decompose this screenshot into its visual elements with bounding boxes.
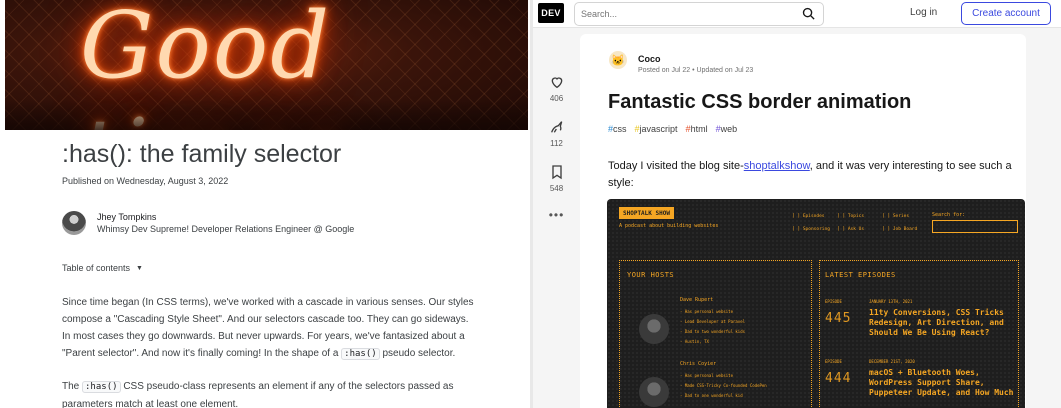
nav-item: [ ] Episodes bbox=[792, 214, 825, 219]
save-reaction[interactable]: 548 bbox=[533, 164, 580, 193]
hero-image-neon-sign: Good times bbox=[5, 0, 528, 130]
tag-html[interactable]: #html bbox=[686, 124, 708, 134]
nav-item: [ ] Ask Us bbox=[837, 227, 865, 232]
nav-item: [ ] Series bbox=[882, 214, 910, 219]
paragraph-line: In most cases they go downwards. But nev… bbox=[62, 331, 465, 342]
episodes-heading: LATEST EPISODES bbox=[825, 271, 896, 279]
dev-logo[interactable]: DEV bbox=[538, 3, 564, 23]
like-count: 406 bbox=[549, 94, 564, 103]
shoptalk-screenshot: SHOPTALK SHOW A podcast about building w… bbox=[607, 199, 1025, 408]
host-photo bbox=[639, 377, 669, 407]
host-detail: - Dad to two wonderful kids bbox=[680, 329, 746, 334]
nav-item: [ ] Topics bbox=[837, 214, 865, 219]
article-title: :has(): the family selector bbox=[62, 140, 342, 168]
inline-code: :has() bbox=[341, 348, 380, 360]
unicorn-reaction[interactable]: 112 bbox=[533, 119, 580, 148]
paragraph-line: "Parent selector". And now it's finally … bbox=[62, 345, 482, 363]
text-span: CSS pseudo-class represents an element i… bbox=[123, 381, 454, 392]
shoptalk-search-label: Search for: bbox=[932, 212, 966, 218]
unicorn-count: 112 bbox=[550, 139, 563, 148]
hosts-heading: YOUR HOSTS bbox=[627, 271, 675, 279]
author-role: Whimsy Dev Supreme! Developer Relations … bbox=[97, 224, 355, 234]
article-paragraph-2: The :has() CSS pseudo-class represents a… bbox=[62, 378, 482, 408]
host-detail: - Austin, TX bbox=[680, 339, 709, 344]
log-in-link[interactable]: Log in bbox=[910, 7, 937, 18]
episode-number: 445 bbox=[825, 311, 852, 326]
inline-code: :has() bbox=[82, 381, 121, 393]
shoptalk-tagline: A podcast about building websites bbox=[619, 223, 719, 229]
post-dates: Posted on Jul 22 • Updated on Jul 23 bbox=[638, 67, 754, 74]
episode-label: EPISODE bbox=[825, 299, 842, 304]
host-detail: - Has personal website bbox=[680, 309, 733, 314]
host-name: Dave Rupert bbox=[680, 297, 714, 303]
paragraph-line: compose a "Cascading Style Sheet". And o… bbox=[62, 314, 469, 325]
heart-icon bbox=[551, 77, 562, 89]
more-options-icon[interactable]: ••• bbox=[533, 208, 580, 222]
nav-item: [ ] Sponsoring bbox=[792, 227, 830, 232]
body-line: style: bbox=[608, 177, 634, 189]
host-detail: - Dad to one wonderful kid bbox=[680, 393, 743, 398]
dev-to-panel: DEV Log in Create account 406 112 548 ••… bbox=[533, 0, 1061, 408]
host-detail: - Made CSS-Tricky Co-founded CodePen bbox=[680, 383, 767, 388]
unicorn-icon bbox=[550, 121, 562, 133]
bookmark-icon bbox=[551, 165, 562, 180]
web-dev-article-panel: Good times :has(): the family selector P… bbox=[0, 0, 530, 408]
tag-label: html bbox=[690, 124, 708, 134]
search-icon[interactable] bbox=[801, 6, 816, 21]
tag-label: web bbox=[720, 124, 738, 134]
post-title: Fantastic CSS border animation bbox=[608, 91, 912, 113]
hero-shadow bbox=[5, 100, 528, 130]
post-author-name[interactable]: Coco bbox=[638, 54, 661, 64]
text-span: Today I visited the blog site- bbox=[608, 160, 744, 172]
episode-number: 444 bbox=[825, 371, 852, 386]
post-body: Today I visited the blog site-shoptalksh… bbox=[608, 158, 1026, 192]
toc-label: Table of contents bbox=[62, 263, 131, 273]
author-avatar[interactable] bbox=[62, 211, 86, 235]
publish-date: Published on Wednesday, August 3, 2022 bbox=[62, 176, 229, 186]
save-count: 548 bbox=[549, 184, 564, 193]
shoptalk-search-box bbox=[932, 220, 1018, 233]
create-account-button[interactable]: Create account bbox=[961, 2, 1051, 25]
dev-top-bar: DEV Log in Create account bbox=[533, 0, 1061, 28]
host-name: Chris Coyier bbox=[680, 361, 717, 367]
tag-web[interactable]: #web bbox=[716, 124, 738, 134]
caret-down-icon: ▼ bbox=[136, 264, 143, 272]
host-detail: - Lead Developer at Paravel bbox=[680, 319, 746, 324]
text-span: , and it was very interesting to see suc… bbox=[809, 160, 1012, 172]
text-span: "Parent selector". And now it's finally … bbox=[62, 348, 339, 359]
tag-javascript[interactable]: #javascript bbox=[635, 124, 678, 134]
search-input[interactable] bbox=[574, 2, 824, 26]
host-photo bbox=[639, 314, 669, 344]
paragraph-line: parameters match at least one element. bbox=[62, 399, 239, 408]
host-detail: - Has personal website bbox=[680, 373, 733, 378]
body-line: Today I visited the blog site-shoptalksh… bbox=[608, 158, 1026, 175]
like-reaction[interactable]: 406 bbox=[533, 74, 580, 103]
episode-date: JANUARY 13TH, 2021 bbox=[869, 299, 913, 304]
episode-title[interactable]: macOS + Bluetooth Woes, WordPress Suppor… bbox=[869, 368, 1019, 398]
episode-date: DECEMBER 21ST, 2020 bbox=[869, 359, 915, 364]
tag-list: #css #javascript #html #web bbox=[608, 124, 737, 134]
text-span: pseudo selector. bbox=[382, 348, 456, 359]
tag-css[interactable]: #css bbox=[608, 124, 627, 134]
article-paragraph-1: Since time began (In CSS terms), we've w… bbox=[62, 294, 482, 363]
table-of-contents-toggle[interactable]: Table of contents ▼ bbox=[62, 263, 143, 273]
episode-title[interactable]: 11ty Conversions, CSS Tricks Redesign, A… bbox=[869, 308, 1019, 338]
article-card: 🐱 Coco Posted on Jul 22 • Updated on Jul… bbox=[580, 34, 1026, 408]
text-span: The bbox=[62, 381, 80, 392]
episode-label: EPISODE bbox=[825, 359, 842, 364]
author-name[interactable]: Jhey Tompkins bbox=[97, 212, 156, 222]
paragraph-line: The :has() CSS pseudo-class represents a… bbox=[62, 378, 482, 396]
tag-label: javascript bbox=[639, 124, 678, 134]
nav-item: [ ] Job Board bbox=[882, 227, 918, 232]
author-avatar[interactable]: 🐱 bbox=[609, 51, 627, 69]
shoptalk-logo: SHOPTALK SHOW bbox=[619, 207, 674, 219]
paragraph-line: Since time began (In CSS terms), we've w… bbox=[62, 297, 474, 308]
shoptalkshow-link[interactable]: shoptalkshow bbox=[744, 160, 810, 172]
tag-label: css bbox=[613, 124, 627, 134]
